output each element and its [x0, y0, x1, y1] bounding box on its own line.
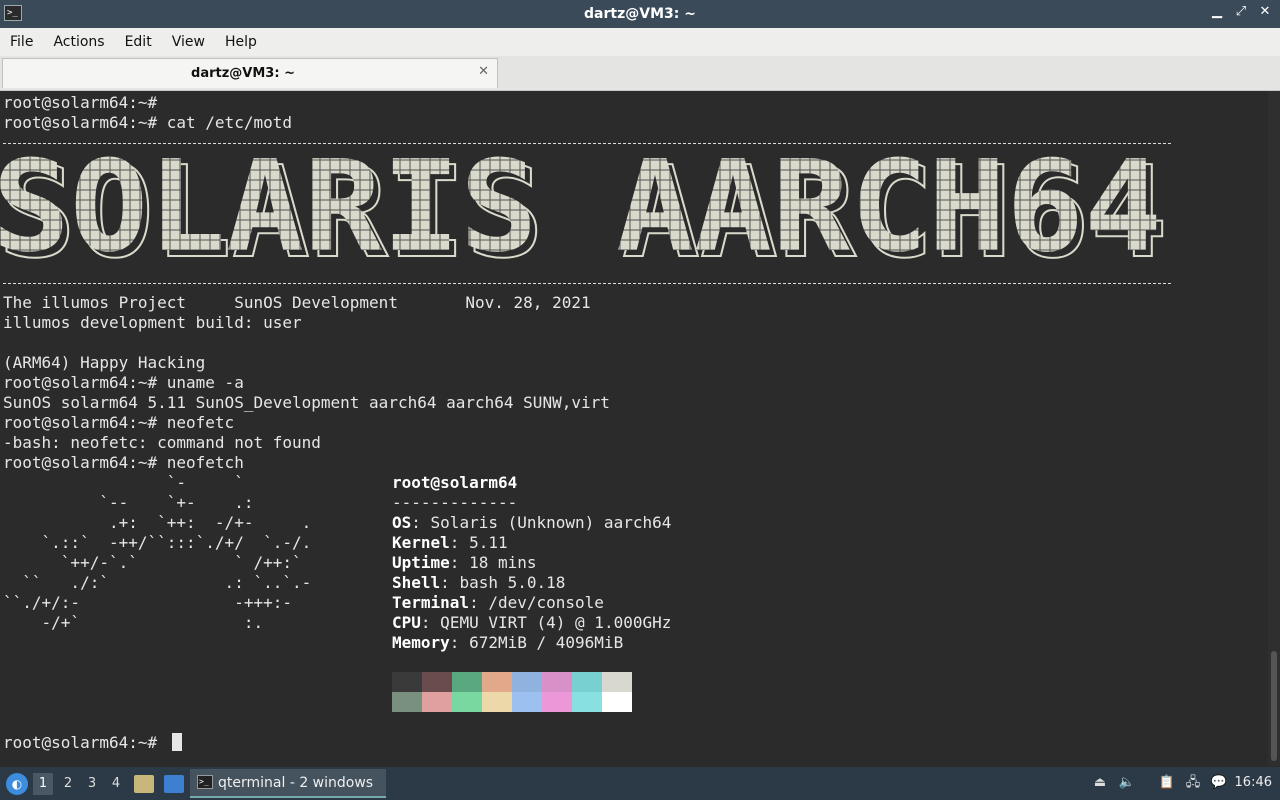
menu-view[interactable]: View	[162, 34, 215, 50]
eject-icon[interactable]: ⏏	[1091, 774, 1109, 792]
menu-file[interactable]: File	[0, 34, 43, 50]
motd-divider-bottom	[3, 283, 1171, 284]
taskbar-task-qterminal[interactable]: >_ qterminal - 2 windows	[190, 769, 386, 798]
ascii-logo-line: `++/-`.` ` /++:`	[3, 553, 302, 572]
banner-text: SOLARIS AARCH64	[0, 150, 1162, 270]
terminal-line: The illumos Project SunOS Development No…	[3, 293, 591, 312]
color-swatch	[482, 692, 512, 712]
color-swatch	[452, 692, 482, 712]
terminal-task-icon: >_	[197, 775, 213, 789]
neofetch-uptime: Uptime: 18 mins	[392, 553, 537, 572]
color-swatch	[392, 692, 422, 712]
color-swatch	[422, 692, 452, 712]
terminal-cursor	[172, 733, 182, 751]
neofetch-cpu: CPU: QEMU VIRT (4) @ 1.000GHz	[392, 613, 672, 632]
workspace-4[interactable]: 4	[106, 773, 126, 795]
workspace-2[interactable]: 2	[58, 773, 78, 795]
neofetch-separator: -------------	[392, 493, 518, 512]
menu-actions[interactable]: Actions	[43, 34, 114, 50]
maximize-icon[interactable]: ⤢	[1234, 4, 1248, 19]
window-titlebar[interactable]: >_ dartz@VM3: ~ ▁ ⤢ ✕	[0, 0, 1280, 28]
show-desktop-icon[interactable]	[164, 775, 184, 793]
ascii-logo-line: `- `	[3, 473, 244, 492]
neofetch-user-host: root@solarm64	[392, 473, 518, 492]
workspace-1[interactable]: 1	[33, 773, 53, 795]
tab-terminal[interactable]: dartz@VM3: ~ ✕	[2, 58, 498, 88]
tab-close-icon[interactable]: ✕	[478, 64, 489, 79]
color-swatch	[452, 672, 482, 692]
motd-banner: SOLARIS AARCH64 SOLARIS AARCH64	[0, 150, 1169, 270]
color-swatch	[542, 672, 572, 692]
color-swatch	[542, 692, 572, 712]
scrollbar-thumb[interactable]	[1271, 651, 1277, 761]
ascii-logo-line: .+: `++: -/+- .	[3, 513, 312, 532]
motd-divider-top	[3, 143, 1171, 144]
task-label: qterminal - 2 windows	[218, 775, 374, 791]
neofetch-os: OS: Solaris (Unknown) aarch64	[392, 513, 672, 532]
tab-bar: dartz@VM3: ~ ✕	[0, 56, 1280, 91]
start-menu-icon[interactable]: ◐	[6, 773, 28, 795]
neofetch-terminal: Terminal: /dev/console	[392, 593, 604, 612]
ascii-logo-line: `` ./:` .: `..`.-	[3, 573, 312, 592]
terminal-line: root@solarm64:~#	[3, 93, 158, 112]
color-swatch	[602, 672, 632, 692]
menu-bar: File Actions Edit View Help	[0, 28, 1280, 56]
tab-label: dartz@VM3: ~	[191, 66, 295, 81]
notification-icon[interactable]: 💬	[1210, 774, 1228, 792]
terminal-line: root@solarm64:~# uname -a	[3, 373, 244, 392]
color-swatch	[602, 692, 632, 712]
color-swatch	[422, 672, 452, 692]
color-swatch	[512, 692, 542, 712]
ascii-logo-line: ``./+/:- -+++:-	[3, 593, 292, 612]
ascii-logo-line: `.::` -++/``:::`./+/ `.-/.	[3, 533, 312, 552]
color-palette	[392, 672, 632, 712]
neofetch-shell: Shell: bash 5.0.18	[392, 573, 566, 592]
workspace-3[interactable]: 3	[82, 773, 102, 795]
terminal-line: root@solarm64:~# cat /etc/motd	[3, 113, 292, 132]
menu-help[interactable]: Help	[215, 34, 267, 50]
ascii-logo-line: `-- `+- .:	[3, 493, 254, 512]
volume-icon[interactable]: 🔈	[1118, 774, 1136, 792]
color-swatch	[512, 672, 542, 692]
terminal-line: SunOS solarm64 5.11 SunOS_Development aa…	[3, 393, 610, 412]
menu-edit[interactable]: Edit	[115, 34, 162, 50]
terminal-line: root@solarm64:~# neofetc	[3, 413, 235, 432]
neofetch-kernel: Kernel: 5.11	[392, 533, 508, 552]
color-swatch	[572, 672, 602, 692]
taskbar-clock: 16:46	[1234, 775, 1272, 790]
clipboard-icon[interactable]: 📋	[1158, 774, 1176, 792]
ascii-logo-line: -/+` :.	[3, 613, 264, 632]
window-title: dartz@VM3: ~	[584, 6, 696, 22]
close-icon[interactable]: ✕	[1258, 4, 1272, 19]
terminal-scrollbar[interactable]	[1268, 91, 1280, 766]
network-icon[interactable]: 🖧	[1184, 774, 1202, 792]
color-swatch	[572, 692, 602, 712]
terminal-line: illumos development build: user	[3, 313, 302, 332]
taskbar: ◐ 1 2 3 4 >_ qterminal - 2 windows ⏏ 🔈 📋…	[0, 767, 1280, 800]
terminal-line: root@solarm64:~# neofetch	[3, 453, 244, 472]
terminal-prompt: root@solarm64:~#	[3, 733, 158, 752]
terminal-line: (ARM64) Happy Hacking	[3, 353, 206, 372]
terminal-line: -bash: neofetc: command not found	[3, 433, 321, 452]
minimize-icon[interactable]: ▁	[1210, 4, 1224, 19]
neofetch-memory: Memory: 672MiB / 4096MiB	[392, 633, 624, 652]
color-swatch	[482, 672, 512, 692]
color-swatch	[392, 672, 422, 692]
file-manager-icon[interactable]	[134, 775, 154, 793]
